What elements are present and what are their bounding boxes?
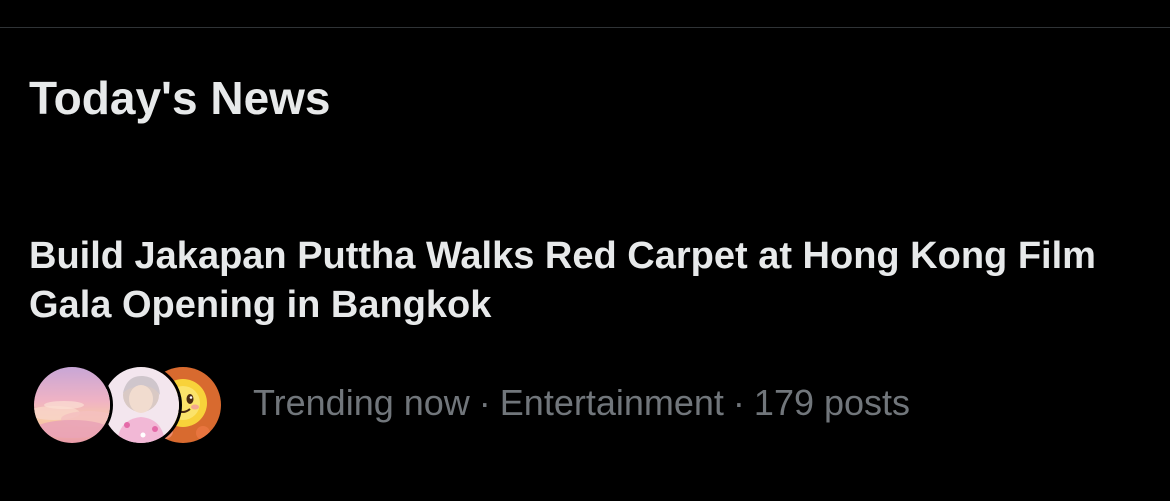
news-item[interactable]: Build Jakapan Puttha Walks Red Carpet at… [0,226,1170,456]
news-meta-text: Trending now · Entertainment · 179 posts [253,383,910,423]
top-divider [0,27,1170,28]
trend-label: Trending now [253,382,470,423]
avatar-stack [31,362,224,446]
post-count: 179 posts [753,382,911,423]
section-title: Today's News [29,72,331,124]
category-label[interactable]: Entertainment [500,382,724,423]
news-headline[interactable]: Build Jakapan Puttha Walks Red Carpet at… [29,232,1109,330]
meta-separator: · [732,382,745,423]
meta-separator: · [478,382,491,423]
pink-clouds-avatar [31,364,113,446]
news-meta-row: Trending now · Entertainment · 179 posts [31,362,910,446]
